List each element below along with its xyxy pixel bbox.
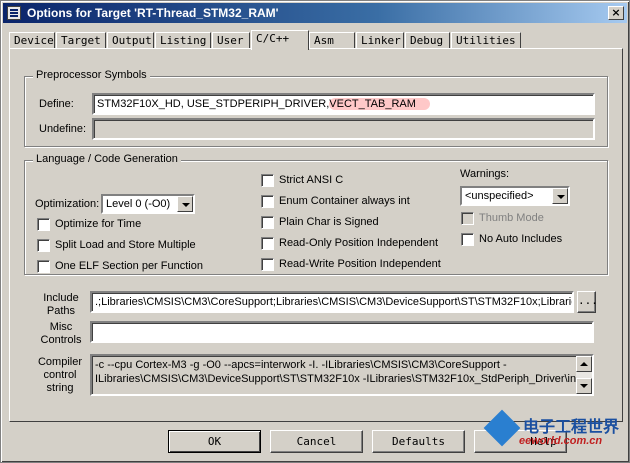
- watermark-en: eeworld.com.cn: [519, 435, 603, 447]
- strict-ansi-c-checkbox[interactable]: [261, 174, 274, 187]
- optimize-for-time-label: Optimize for Time: [55, 218, 142, 230]
- tab-user[interactable]: User: [212, 32, 250, 49]
- optimization-select[interactable]: Level 0 (-O0): [101, 194, 195, 214]
- tab-device[interactable]: Device: [9, 32, 55, 49]
- options-dialog: Options for Target 'RT-Thread_STM32_RAM'…: [0, 0, 630, 463]
- compiler-string-label-2: control: [43, 369, 77, 381]
- ro-position-independent-checkbox[interactable]: [261, 237, 274, 250]
- warnings-select[interactable]: <unspecified>: [460, 186, 570, 206]
- include-paths-label-2: Paths: [46, 305, 76, 317]
- tab-target[interactable]: Target: [56, 32, 106, 49]
- chevron-down-icon[interactable]: [177, 196, 193, 212]
- include-paths-input[interactable]: .;Libraries\CMSIS\CM3\CoreSupport;Librar…: [90, 291, 574, 313]
- define-label: Define:: [39, 98, 74, 110]
- preprocessor-group-label: Preprocessor Symbols: [33, 69, 150, 81]
- cancel-button[interactable]: Cancel: [270, 430, 363, 453]
- language-group: Language / Code Generation Optimization:…: [24, 153, 608, 275]
- thumb-mode-checkbox[interactable]: [461, 212, 474, 225]
- watermark-cn: 电子工程世界: [523, 417, 620, 436]
- undefine-label: Undefine:: [39, 123, 87, 135]
- window-title: Options for Target 'RT-Thread_STM32_RAM': [27, 6, 279, 20]
- tab-utilities[interactable]: Utilities: [451, 32, 521, 49]
- define-value-highlighted: VECT_TAB_RAM: [329, 98, 430, 110]
- enum-container-label: Enum Container always int: [279, 195, 410, 207]
- plain-char-signed-checkbox[interactable]: [261, 216, 274, 229]
- no-auto-includes-label: No Auto Includes: [479, 233, 563, 245]
- split-load-store-label: Split Load and Store Multiple: [55, 239, 196, 251]
- one-elf-section-checkbox[interactable]: [37, 260, 50, 273]
- scroll-down-icon[interactable]: [576, 378, 592, 394]
- no-auto-includes-checkbox[interactable]: [461, 233, 474, 246]
- compiler-string-label-1: Compiler: [37, 356, 82, 368]
- warnings-label: Warnings:: [460, 168, 510, 180]
- app-icon: [7, 6, 21, 20]
- define-input[interactable]: STM32F10X_HD, USE_STDPERIPH_DRIVER,VECT_…: [92, 93, 595, 115]
- plain-char-signed-label: Plain Char is Signed: [279, 216, 379, 228]
- include-paths-label-1: Include: [43, 292, 79, 304]
- watermark-logo-icon: [483, 409, 521, 447]
- misc-controls-label-1: Misc: [49, 321, 73, 333]
- language-group-label: Language / Code Generation: [33, 153, 181, 165]
- optimize-for-time-checkbox[interactable]: [37, 218, 50, 231]
- ok-button[interactable]: OK: [168, 430, 261, 453]
- tab-output[interactable]: Output: [107, 32, 154, 49]
- close-button[interactable]: ×: [608, 6, 624, 20]
- strict-ansi-c-label: Strict ANSI C: [279, 174, 344, 186]
- rw-position-independent-checkbox[interactable]: [261, 258, 274, 271]
- chevron-down-icon[interactable]: [552, 188, 568, 204]
- include-paths-browse-button[interactable]: ...: [577, 291, 598, 313]
- warnings-value: <unspecified>: [465, 190, 534, 202]
- compiler-string-scrollbar[interactable]: [576, 356, 592, 394]
- tab-listing[interactable]: Listing: [155, 32, 211, 49]
- misc-controls-label-2: Controls: [40, 334, 82, 346]
- tab-linker[interactable]: Linker: [356, 32, 404, 49]
- compiler-string-line-2: ILibraries\CMSIS\CM3\DeviceSupport\ST\ST…: [95, 373, 582, 385]
- cc-tab-panel: Preprocessor Symbols Define: STM32F10X_H…: [9, 48, 623, 422]
- split-load-store-checkbox[interactable]: [37, 239, 50, 252]
- optimization-label: Optimization:: [35, 198, 100, 210]
- define-value: STM32F10X_HD, USE_STDPERIPH_DRIVER,: [97, 98, 330, 110]
- preprocessor-group: Preprocessor Symbols Define: STM32F10X_H…: [24, 69, 608, 147]
- title-bar[interactable]: Options for Target 'RT-Thread_STM32_RAM'…: [3, 3, 627, 23]
- ro-position-independent-label: Read-Only Position Independent: [279, 237, 438, 249]
- optimization-value: Level 0 (-O0): [106, 198, 171, 210]
- enum-container-checkbox[interactable]: [261, 195, 274, 208]
- tab-cc[interactable]: C/C++: [251, 30, 309, 50]
- compiler-string-line-1: -c --cpu Cortex-M3 -g -O0 --apcs=interwo…: [95, 359, 507, 371]
- rw-position-independent-label: Read-Write Position Independent: [279, 258, 441, 270]
- tab-asm[interactable]: Asm: [309, 32, 355, 49]
- misc-controls-input[interactable]: [90, 321, 594, 343]
- compiler-string-textarea[interactable]: -c --cpu Cortex-M3 -g -O0 --apcs=interwo…: [90, 354, 594, 396]
- defaults-button[interactable]: Defaults: [372, 430, 465, 453]
- watermark: 电子工程世界 eeworld.com.cn: [483, 409, 625, 457]
- thumb-mode-label: Thumb Mode: [479, 212, 544, 224]
- one-elf-section-label: One ELF Section per Function: [55, 260, 203, 272]
- tab-debug[interactable]: Debug: [405, 32, 450, 49]
- compiler-string-label-3: string: [46, 382, 74, 394]
- undefine-input[interactable]: [92, 118, 595, 140]
- scroll-up-icon[interactable]: [576, 356, 592, 372]
